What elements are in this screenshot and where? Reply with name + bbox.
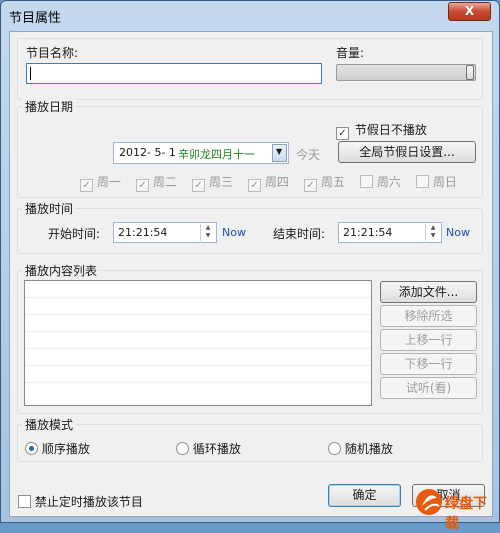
spin-up-icon: ▲ xyxy=(205,224,211,231)
holiday-checkbox[interactable]: ✓ 节假日不播放 xyxy=(336,121,427,140)
end-time-now-link[interactable]: Now xyxy=(446,226,470,239)
today-link[interactable]: 今天 xyxy=(296,146,320,163)
weekday-row: ✓ 周一 ✓ 周二 ✓ 周三 ✓ 周四 ✓ 周五 周六 周日 xyxy=(80,173,470,192)
content-list[interactable] xyxy=(24,280,372,406)
end-time-input[interactable]: 21:21:54 ▲ ▼ xyxy=(338,222,442,243)
weekday-label: 周三 xyxy=(208,175,233,189)
list-row[interactable] xyxy=(25,298,371,315)
volume-label: 音量: xyxy=(336,46,365,60)
dialog-client: 节目名称: 音量: 播放日期 ✓ 节假日不播放 2012- 5- 1 辛卯龙四月… xyxy=(9,31,493,517)
play-time-group-label: 播放时间 xyxy=(22,200,77,217)
date-dropdown-button[interactable]: ▼ xyxy=(272,144,287,162)
radio-icon xyxy=(176,442,189,455)
weekday-check-icon: ✓ xyxy=(192,179,205,192)
weekday-check-icon xyxy=(360,175,373,188)
disable-timer-checkbox[interactable]: 禁止定时播放该节目 xyxy=(18,493,143,510)
play-mode-random-radio[interactable]: 随机播放 xyxy=(328,440,393,457)
watermark-logo: 绿盘下载 xyxy=(413,484,497,532)
weekday-check-icon: ✓ xyxy=(136,179,149,192)
weekday-tue-checkbox[interactable]: ✓ 周二 xyxy=(136,173,177,192)
weekday-label: 周四 xyxy=(264,175,289,189)
end-time-label: 结束时间: xyxy=(273,227,326,241)
list-row[interactable] xyxy=(25,349,371,366)
checkbox-icon xyxy=(18,495,31,508)
end-time-value: 21:21:54 xyxy=(343,226,393,239)
start-time-input[interactable]: 21:21:54 ▲ ▼ xyxy=(113,222,217,243)
play-mode-label: 随机播放 xyxy=(344,442,393,456)
weekday-check-icon: ✓ xyxy=(304,179,317,192)
close-icon: X xyxy=(464,4,475,18)
lunar-date: 辛卯龙四月十一 xyxy=(178,148,255,161)
remove-selected-button[interactable]: 移除所选 xyxy=(380,305,477,327)
weekday-check-icon: ✓ xyxy=(248,179,261,192)
program-name-input[interactable] xyxy=(26,63,322,84)
radio-selected-icon xyxy=(25,442,38,455)
list-row[interactable] xyxy=(25,332,371,349)
weekday-label: 周日 xyxy=(432,175,457,189)
play-mode-label: 顺序播放 xyxy=(41,442,90,456)
radio-icon xyxy=(328,442,341,455)
title-bar[interactable]: 节目属性 X xyxy=(1,1,499,29)
weekday-fri-checkbox[interactable]: ✓ 周五 xyxy=(304,173,345,192)
weekday-check-icon: ✓ xyxy=(80,179,93,192)
date-value: 2012- 5- 1 xyxy=(119,146,176,159)
list-row[interactable] xyxy=(25,315,371,332)
weekday-sun-checkbox[interactable]: 周日 xyxy=(416,173,457,190)
end-time-spinner[interactable]: ▲ ▼ xyxy=(425,224,440,241)
weekday-thu-checkbox[interactable]: ✓ 周四 xyxy=(248,173,289,192)
list-row[interactable] xyxy=(25,281,371,298)
move-up-button[interactable]: 上移一行 xyxy=(380,329,477,351)
holiday-check-icon: ✓ xyxy=(336,127,349,140)
text-caret xyxy=(30,67,31,80)
close-button[interactable]: X xyxy=(448,2,491,21)
dialog-window: 节目属性 X 节目名称: 音量: 播放日期 ✓ 节假日不播放 2012- 5- … xyxy=(0,0,500,532)
move-down-button[interactable]: 下移一行 xyxy=(380,353,477,375)
weekday-label: 周二 xyxy=(152,175,177,189)
weekday-wed-checkbox[interactable]: ✓ 周三 xyxy=(192,173,233,192)
window-title: 节目属性 xyxy=(9,11,62,26)
weekday-label: 周六 xyxy=(376,175,401,189)
holiday-checkbox-label: 节假日不播放 xyxy=(354,123,427,137)
watermark-text: 绿盘下载 xyxy=(445,496,487,532)
disable-timer-label: 禁止定时播放该节目 xyxy=(34,495,143,509)
program-name-label: 节目名称: xyxy=(26,46,79,60)
start-time-value: 21:21:54 xyxy=(118,226,168,239)
global-holiday-settings-button[interactable]: 全局节假日设置... xyxy=(338,141,476,163)
add-file-button[interactable]: 添加文件... xyxy=(380,281,477,303)
play-mode-group-label: 播放模式 xyxy=(22,416,77,433)
chevron-down-icon: ▼ xyxy=(276,147,283,156)
play-mode-sequential-radio[interactable]: 顺序播放 xyxy=(25,440,90,457)
spin-down-icon: ▼ xyxy=(430,232,436,239)
spin-down-icon: ▼ xyxy=(205,232,211,239)
ok-button[interactable]: 确定 xyxy=(328,484,401,507)
weekday-check-icon xyxy=(416,175,429,188)
weekday-sat-checkbox[interactable]: 周六 xyxy=(360,173,401,190)
list-row[interactable] xyxy=(25,366,371,383)
play-mode-loop-radio[interactable]: 循环播放 xyxy=(176,440,241,457)
play-mode-label: 循环播放 xyxy=(192,442,241,456)
weekday-label: 周五 xyxy=(320,175,345,189)
preview-button[interactable]: 试听(看) xyxy=(380,377,477,399)
volume-slider-thumb[interactable] xyxy=(466,65,474,80)
start-time-spinner[interactable]: ▲ ▼ xyxy=(200,224,215,241)
volume-slider[interactable] xyxy=(336,64,476,81)
play-date-group-label: 播放日期 xyxy=(22,98,77,115)
start-time-label: 开始时间: xyxy=(48,227,101,241)
content-list-group-label: 播放内容列表 xyxy=(22,262,101,279)
weekday-mon-checkbox[interactable]: ✓ 周一 xyxy=(80,173,121,192)
spin-up-icon: ▲ xyxy=(430,224,436,231)
start-time-now-link[interactable]: Now xyxy=(222,226,246,239)
weekday-label: 周一 xyxy=(96,175,121,189)
date-picker[interactable]: 2012- 5- 1 辛卯龙四月十一 ▼ xyxy=(113,142,289,164)
